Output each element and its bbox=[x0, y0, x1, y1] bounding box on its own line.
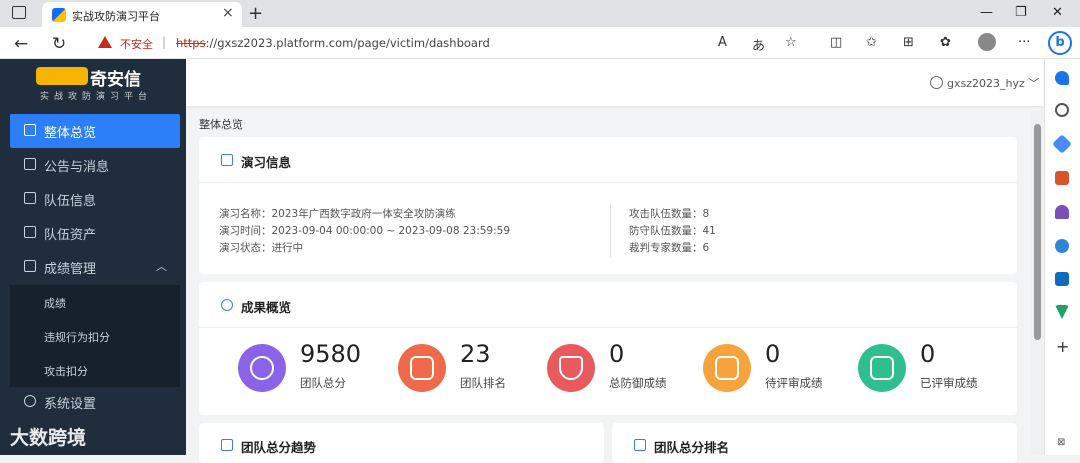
chevron-up-icon: ︿ bbox=[156, 260, 167, 273]
warning-icon[interactable] bbox=[98, 36, 112, 48]
submenu-item-scores[interactable]: 成绩 bbox=[10, 285, 180, 319]
line-chart-icon bbox=[221, 439, 233, 451]
refresh-icon[interactable]: ↻ bbox=[52, 34, 66, 54]
score-submenu: 成绩 违规行为扣分 攻击扣分 bbox=[10, 285, 180, 387]
qianxin-logo-icon bbox=[36, 67, 88, 85]
sidebar-item-system-settings[interactable]: 系统设置 bbox=[10, 385, 180, 419]
site-favicon-icon bbox=[52, 8, 66, 22]
exercise-status: 演习状态：进行中 bbox=[219, 242, 303, 254]
trophy-icon bbox=[398, 344, 446, 392]
breadcrumb: 整体总览 bbox=[199, 118, 243, 131]
exercise-time: 演习时间：2023-09-04 00:00:00 ~ 2023-09-08 23… bbox=[219, 225, 511, 237]
back-icon[interactable]: ← bbox=[14, 34, 28, 54]
browser-tab-bar: 实战攻防演习平台 × + — ❐ ✕ bbox=[0, 0, 1080, 27]
exercise-info-card: 演习信息 演习名称：2023年广西数字政府一体安全攻防演练 演习时间：2023-… bbox=[199, 137, 1017, 274]
stat-team-score: 9580 团队总分 bbox=[238, 340, 398, 400]
read-aloud-icon[interactable]: A bbox=[718, 35, 727, 50]
favorite-star-icon[interactable]: ☆ bbox=[785, 35, 797, 50]
exercise-info-header: 演习信息 bbox=[199, 137, 1017, 183]
new-tab-icon[interactable]: + bbox=[248, 3, 263, 24]
app-header: gxsz2023_hyz ﹀ bbox=[186, 59, 1044, 106]
edge-sidebar: + ⊠ bbox=[1044, 59, 1080, 455]
bing-chat-icon[interactable]: b bbox=[1048, 31, 1072, 55]
sidebar-item-team-info[interactable]: 队伍信息 bbox=[10, 182, 180, 216]
notification-bell-icon[interactable] bbox=[1055, 71, 1069, 85]
people-icon[interactable] bbox=[1055, 205, 1069, 219]
stat-team-rank: 23 团队排名 bbox=[398, 340, 558, 400]
favorites-icon[interactable]: ✩ bbox=[866, 35, 877, 50]
tab-close-icon[interactable]: × bbox=[222, 5, 234, 21]
submenu-item-violation-deductions[interactable]: 违规行为扣分 bbox=[10, 319, 180, 353]
user-icon bbox=[930, 76, 943, 89]
info-divider bbox=[610, 205, 611, 257]
results-overview-card: 成果概览 9580 团队总分 23 团队排名 0 总防御成绩 0 待评审成绩 0… bbox=[199, 282, 1017, 415]
pending-document-icon bbox=[703, 344, 751, 392]
profile-avatar[interactable] bbox=[978, 33, 996, 51]
tab-title: 实战攻防演习平台 bbox=[72, 10, 160, 23]
mail-icon bbox=[24, 158, 36, 170]
maximize-icon[interactable]: ❐ bbox=[1015, 5, 1027, 20]
defense-team-count: 防守队伍数量：41 bbox=[629, 225, 716, 237]
watermark-text: 大数跨境 bbox=[10, 427, 87, 449]
minimize-icon[interactable]: — bbox=[980, 5, 993, 20]
score-trend-card: 团队总分趋势 bbox=[199, 423, 604, 463]
building-icon bbox=[24, 226, 36, 238]
security-warning[interactable]: 不安全 bbox=[120, 36, 153, 52]
sidebar-item-announcements[interactable]: 公告与消息 bbox=[10, 148, 180, 182]
attack-team-count: 攻击队伍数量：8 bbox=[629, 208, 710, 220]
stat-defense-score: 0 总防御成绩 bbox=[547, 340, 707, 400]
score-rank-header: 团队总分排名 bbox=[612, 423, 1017, 463]
edit-icon bbox=[24, 260, 36, 272]
submenu-item-attack-deductions[interactable]: 攻击扣分 bbox=[10, 353, 180, 387]
user-menu[interactable]: gxsz2023_hyz ﹀ bbox=[930, 75, 1039, 91]
star-badge-icon bbox=[221, 299, 233, 311]
scrollbar-thumb[interactable] bbox=[1034, 124, 1041, 340]
brand-name: 奇安信 bbox=[90, 70, 141, 90]
team-icon bbox=[238, 344, 286, 392]
split-screen-icon[interactable]: ◫ bbox=[830, 35, 842, 50]
extensions-icon[interactable]: ✿ bbox=[940, 35, 951, 50]
settings-gear-icon bbox=[24, 395, 36, 407]
dashboard-icon bbox=[24, 124, 36, 136]
stat-pending-review: 0 待评审成绩 bbox=[703, 340, 863, 400]
tag-icon[interactable] bbox=[1052, 134, 1072, 154]
address-bar: ← ↻ 不安全 | https://gxsz2023.platform.com/… bbox=[0, 27, 1080, 59]
score-trend-header: 团队总分趋势 bbox=[199, 423, 604, 463]
brand-subtitle: 实战攻防演习平台 bbox=[40, 92, 153, 102]
app-sidebar: 奇安信 实战攻防演习平台 整体总览 公告与消息 队伍信息 队伍资产 成绩管理 ︿… bbox=[0, 59, 186, 455]
sidebar-item-overview[interactable]: 整体总览 bbox=[10, 114, 180, 148]
bar-chart-icon bbox=[634, 439, 646, 451]
window-close-icon[interactable]: ✕ bbox=[1052, 5, 1063, 20]
browser-tab[interactable]: 实战攻防演习平台 × bbox=[42, 2, 242, 27]
judge-count: 裁判专家数量：6 bbox=[629, 242, 710, 254]
reviewed-document-icon bbox=[858, 344, 906, 392]
score-rank-card: 团队总分排名 bbox=[612, 423, 1017, 463]
sidebar-item-team-assets[interactable]: 队伍资产 bbox=[10, 216, 180, 250]
exercise-name: 演习名称：2023年广西数字政府一体安全攻防演练 bbox=[219, 208, 456, 220]
sidebar-item-score-management[interactable]: 成绩管理 ︿ bbox=[10, 250, 180, 284]
page-scrollbar[interactable] bbox=[1031, 110, 1044, 455]
drop-icon[interactable] bbox=[1055, 305, 1069, 319]
tab-actions-icon[interactable] bbox=[12, 6, 26, 19]
add-icon[interactable]: + bbox=[1056, 337, 1069, 356]
tools-briefcase-icon[interactable] bbox=[1055, 171, 1069, 185]
outlook-icon[interactable] bbox=[1055, 272, 1069, 286]
results-overview-header: 成果概览 bbox=[199, 282, 1017, 328]
search-icon[interactable] bbox=[1055, 103, 1069, 117]
panel-settings-icon[interactable]: ⊠ bbox=[1057, 437, 1065, 448]
url-separator: | bbox=[162, 35, 167, 49]
brand-logo: 奇安信 实战攻防演习平台 bbox=[0, 59, 186, 109]
url-field[interactable]: https://gxsz2023.platform.com/page/victi… bbox=[176, 36, 490, 50]
office-icon[interactable] bbox=[1055, 239, 1069, 253]
clipboard-icon bbox=[221, 154, 233, 166]
more-menu-icon[interactable]: ··· bbox=[1018, 35, 1030, 50]
stat-reviewed: 0 已评审成绩 bbox=[858, 340, 1018, 400]
shield-icon bbox=[547, 344, 595, 392]
collections-icon[interactable]: ⊞ bbox=[903, 35, 914, 50]
flag-icon bbox=[24, 192, 36, 204]
translate-icon[interactable]: あ bbox=[752, 35, 765, 54]
